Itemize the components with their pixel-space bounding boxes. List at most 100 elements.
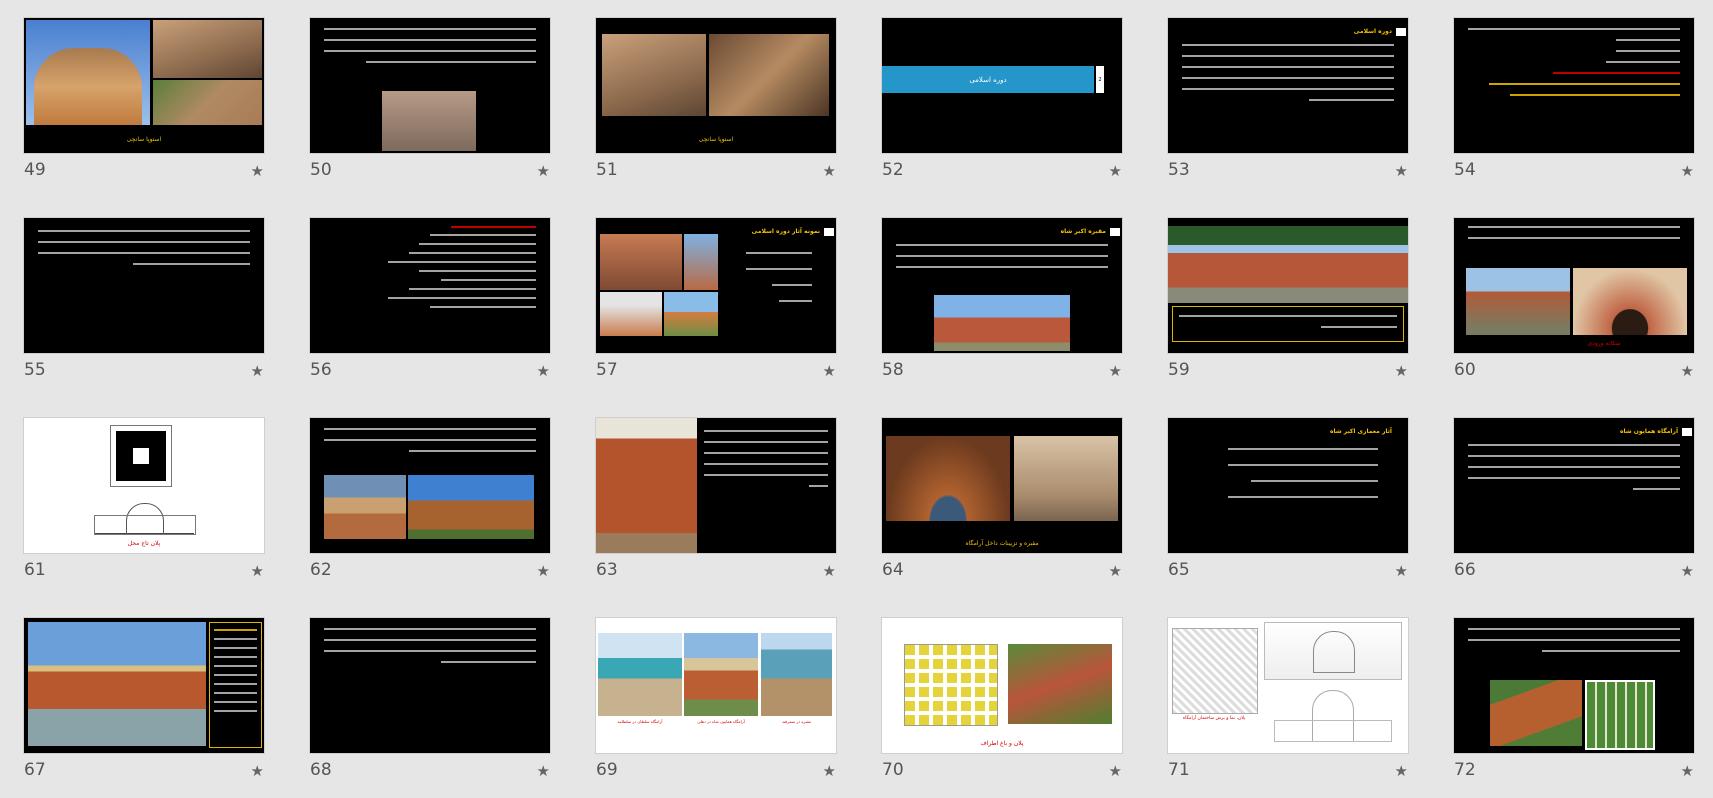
slide-caption: پلان و باغ اطراف bbox=[980, 740, 1024, 747]
star-icon[interactable]: ★ bbox=[1681, 762, 1694, 780]
star-icon[interactable]: ★ bbox=[537, 562, 550, 580]
slide-number: 71 bbox=[1168, 760, 1190, 780]
star-icon[interactable]: ★ bbox=[1109, 762, 1122, 780]
star-icon[interactable]: ★ bbox=[1681, 162, 1694, 180]
star-icon[interactable]: ★ bbox=[537, 762, 550, 780]
slide-cell: پلان تاج محل 61 ★ bbox=[24, 418, 264, 598]
slide-thumbnail[interactable] bbox=[24, 618, 264, 753]
slide-thumbnail[interactable]: استوپا سانچی bbox=[24, 18, 264, 153]
slide-number: 60 bbox=[1454, 360, 1476, 380]
slide-thumbnail[interactable]: آرامگاه همایون شاه bbox=[1454, 418, 1694, 553]
humayun-photo bbox=[684, 633, 758, 716]
text-block bbox=[38, 230, 250, 274]
slide-number: 65 bbox=[1168, 560, 1190, 580]
star-icon[interactable]: ★ bbox=[251, 562, 264, 580]
bullet-list bbox=[746, 252, 812, 311]
star-icon[interactable]: ★ bbox=[1109, 162, 1122, 180]
section-number: 2 bbox=[1096, 66, 1104, 93]
slide-thumbnail[interactable]: مقبره و تزیینات داخل آرامگاه bbox=[882, 418, 1122, 553]
slide-number: 70 bbox=[882, 760, 904, 780]
elevation-drawing bbox=[1264, 680, 1400, 748]
slide-number: 68 bbox=[310, 760, 332, 780]
slide-thumbnail[interactable] bbox=[310, 618, 550, 753]
slide-thumbnail[interactable] bbox=[310, 418, 550, 553]
slide-caption: پلان، نما و برش ساختمان آرامگاه bbox=[1182, 716, 1246, 721]
star-icon[interactable]: ★ bbox=[823, 762, 836, 780]
slide-sorter-grid: استوپا سانچی 49 ★ 50 ★ استوپا سانچی 51 ★… bbox=[24, 18, 1694, 798]
slide-cell: دوره اسلامی 2 52 ★ bbox=[882, 18, 1122, 198]
star-icon[interactable]: ★ bbox=[1395, 762, 1408, 780]
slide-number: 54 bbox=[1454, 160, 1476, 180]
text-block bbox=[324, 428, 536, 461]
slide-number: 61 bbox=[24, 560, 46, 580]
aerial-photo bbox=[1008, 644, 1112, 724]
slide-caption: مقبره در سمرقند bbox=[781, 719, 812, 724]
slide-thumbnail[interactable] bbox=[1168, 218, 1408, 353]
slide-thumbnail[interactable]: سکانه ورودی bbox=[1454, 218, 1694, 353]
slide-title: آثار معماری اکبر شاه bbox=[1329, 428, 1392, 435]
star-icon[interactable]: ★ bbox=[251, 362, 264, 380]
slide-cell: پلان، نما و برش ساختمان آرامگاه 71 ★ bbox=[1168, 618, 1408, 798]
star-icon[interactable]: ★ bbox=[823, 162, 836, 180]
slide-number: 50 bbox=[310, 160, 332, 180]
star-icon[interactable]: ★ bbox=[1395, 362, 1408, 380]
star-icon[interactable]: ★ bbox=[251, 762, 264, 780]
star-icon[interactable]: ★ bbox=[537, 162, 550, 180]
section-banner: دوره اسلامی bbox=[882, 66, 1094, 93]
stupa-photo bbox=[26, 20, 150, 125]
slide-thumbnail[interactable] bbox=[310, 18, 550, 153]
slide-thumbnail[interactable]: پلان تاج محل bbox=[24, 418, 264, 553]
slide-thumbnail[interactable]: نمونه آثار دوره اسلامی bbox=[596, 218, 836, 353]
slide-caption: آرامگاه همایون شاه در دهلی bbox=[697, 719, 745, 724]
slide-thumbnail[interactable]: آثار معماری اکبر شاه bbox=[1168, 418, 1408, 553]
slide-thumbnail[interactable]: دوره اسلامی bbox=[1168, 18, 1408, 153]
star-icon[interactable]: ★ bbox=[1109, 362, 1122, 380]
mosque-photo bbox=[324, 475, 406, 539]
elevation-drawing bbox=[94, 503, 196, 535]
tomb-photo bbox=[408, 475, 534, 539]
star-icon[interactable]: ★ bbox=[1395, 562, 1408, 580]
star-icon[interactable]: ★ bbox=[1681, 562, 1694, 580]
dome-interior-photo bbox=[886, 436, 1010, 521]
slide-thumbnail[interactable]: دوره اسلامی 2 bbox=[882, 18, 1122, 153]
slide-cell: 50 ★ bbox=[310, 18, 550, 198]
slide-number: 57 bbox=[596, 360, 618, 380]
star-icon[interactable]: ★ bbox=[823, 562, 836, 580]
soltaniyeh-photo bbox=[598, 633, 682, 716]
slide-cell: آثار معماری اکبر شاه 65 ★ bbox=[1168, 418, 1408, 598]
star-icon[interactable]: ★ bbox=[251, 162, 264, 180]
slide-cell: 68 ★ bbox=[310, 618, 550, 798]
slide-thumbnail[interactable] bbox=[596, 418, 836, 553]
slide-thumbnail[interactable]: مقبره اکبر شاه bbox=[882, 218, 1122, 353]
slide-thumbnail[interactable] bbox=[310, 218, 550, 353]
slide-number: 64 bbox=[882, 560, 904, 580]
slide-number: 66 bbox=[1454, 560, 1476, 580]
slide-number: 55 bbox=[24, 360, 46, 380]
slide-thumbnail[interactable]: استوپا سانچی bbox=[596, 18, 836, 153]
slide-cell: 62 ★ bbox=[310, 418, 550, 598]
slide-cell: آرامگاه همایون شاه 66 ★ bbox=[1454, 418, 1694, 598]
star-icon[interactable]: ★ bbox=[537, 362, 550, 380]
slide-thumbnail[interactable] bbox=[1454, 18, 1694, 153]
star-icon[interactable]: ★ bbox=[823, 362, 836, 380]
text-block bbox=[1468, 628, 1680, 661]
slide-cell: نمونه آثار دوره اسلامی 57 ★ bbox=[596, 218, 836, 398]
tomb-photo bbox=[934, 295, 1070, 351]
arch-photo bbox=[1573, 268, 1687, 335]
slide-cell: استوپا سانچی 49 ★ bbox=[24, 18, 264, 198]
floor-plan bbox=[111, 426, 171, 486]
slide-cell: آرامگاه سلطان در سلطانیه آرامگاه همایون … bbox=[596, 618, 836, 798]
slide-thumbnail[interactable] bbox=[24, 218, 264, 353]
slide-cell: پلان و باغ اطراف 70 ★ bbox=[882, 618, 1122, 798]
star-icon[interactable]: ★ bbox=[1681, 362, 1694, 380]
slide-thumbnail[interactable]: آرامگاه سلطان در سلطانیه آرامگاه همایون … bbox=[596, 618, 836, 753]
slide-thumbnail[interactable] bbox=[1454, 618, 1694, 753]
slide-number: 58 bbox=[882, 360, 904, 380]
slide-cell: مقبره اکبر شاه 58 ★ bbox=[882, 218, 1122, 398]
star-icon[interactable]: ★ bbox=[1109, 562, 1122, 580]
star-icon[interactable]: ★ bbox=[1395, 162, 1408, 180]
slide-thumbnail[interactable]: پلان و باغ اطراف bbox=[882, 618, 1122, 753]
slide-number: 51 bbox=[596, 160, 618, 180]
slide-thumbnail[interactable]: پلان، نما و برش ساختمان آرامگاه bbox=[1168, 618, 1408, 753]
gateway-photo bbox=[596, 418, 697, 553]
